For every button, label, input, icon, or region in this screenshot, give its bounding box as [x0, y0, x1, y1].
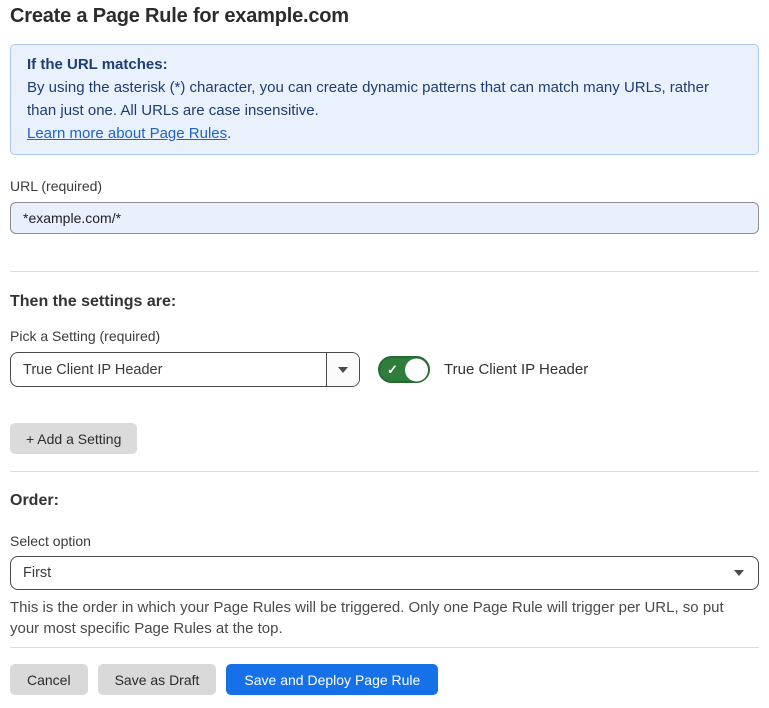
url-match-info-box: If the URL matches: By using the asteris… [10, 44, 759, 155]
create-page-rule-form: Create a Page Rule for example.com If th… [0, 0, 769, 695]
settings-section-heading: Then the settings are: [10, 293, 759, 311]
divider [10, 471, 759, 472]
divider [10, 647, 759, 648]
select-option-label: Select option [10, 533, 759, 549]
true-client-ip-toggle[interactable]: ✓ [378, 356, 430, 383]
order-help-text: This is the order in which your Page Rul… [10, 597, 757, 639]
check-icon: ✓ [387, 363, 398, 376]
info-box-link-line: Learn more about Page Rules. [27, 122, 742, 145]
url-field-label: URL (required) [10, 178, 759, 194]
add-setting-button[interactable]: + Add a Setting [10, 423, 137, 454]
link-period: . [227, 125, 231, 142]
info-box-body: By using the asterisk (*) character, you… [27, 76, 742, 122]
cancel-button[interactable]: Cancel [10, 664, 88, 695]
setting-select-caret-section[interactable] [326, 353, 359, 386]
form-actions: Cancel Save as Draft Save and Deploy Pag… [10, 664, 759, 695]
order-select[interactable]: First [10, 556, 759, 590]
chevron-down-icon [734, 570, 744, 576]
toggle-label: True Client IP Header [444, 361, 588, 378]
divider [10, 271, 759, 272]
info-box-heading: If the URL matches: [27, 53, 742, 76]
setting-select[interactable]: True Client IP Header [10, 352, 360, 387]
order-select-value: First [23, 565, 51, 581]
order-section-heading: Order: [10, 492, 759, 510]
save-as-draft-button[interactable]: Save as Draft [98, 664, 217, 695]
toggle-knob [405, 358, 428, 381]
pick-setting-label: Pick a Setting (required) [10, 328, 759, 344]
learn-more-link[interactable]: Learn more about Page Rules [27, 125, 227, 142]
setting-select-value: True Client IP Header [11, 362, 326, 378]
setting-row: True Client IP Header ✓ True Client IP H… [10, 352, 759, 387]
url-input[interactable] [10, 202, 759, 234]
save-and-deploy-button[interactable]: Save and Deploy Page Rule [226, 664, 438, 695]
info-box-body-text: By using the asterisk (*) character, you… [27, 79, 709, 119]
page-title: Create a Page Rule for example.com [10, 0, 759, 28]
chevron-down-icon [338, 367, 348, 373]
